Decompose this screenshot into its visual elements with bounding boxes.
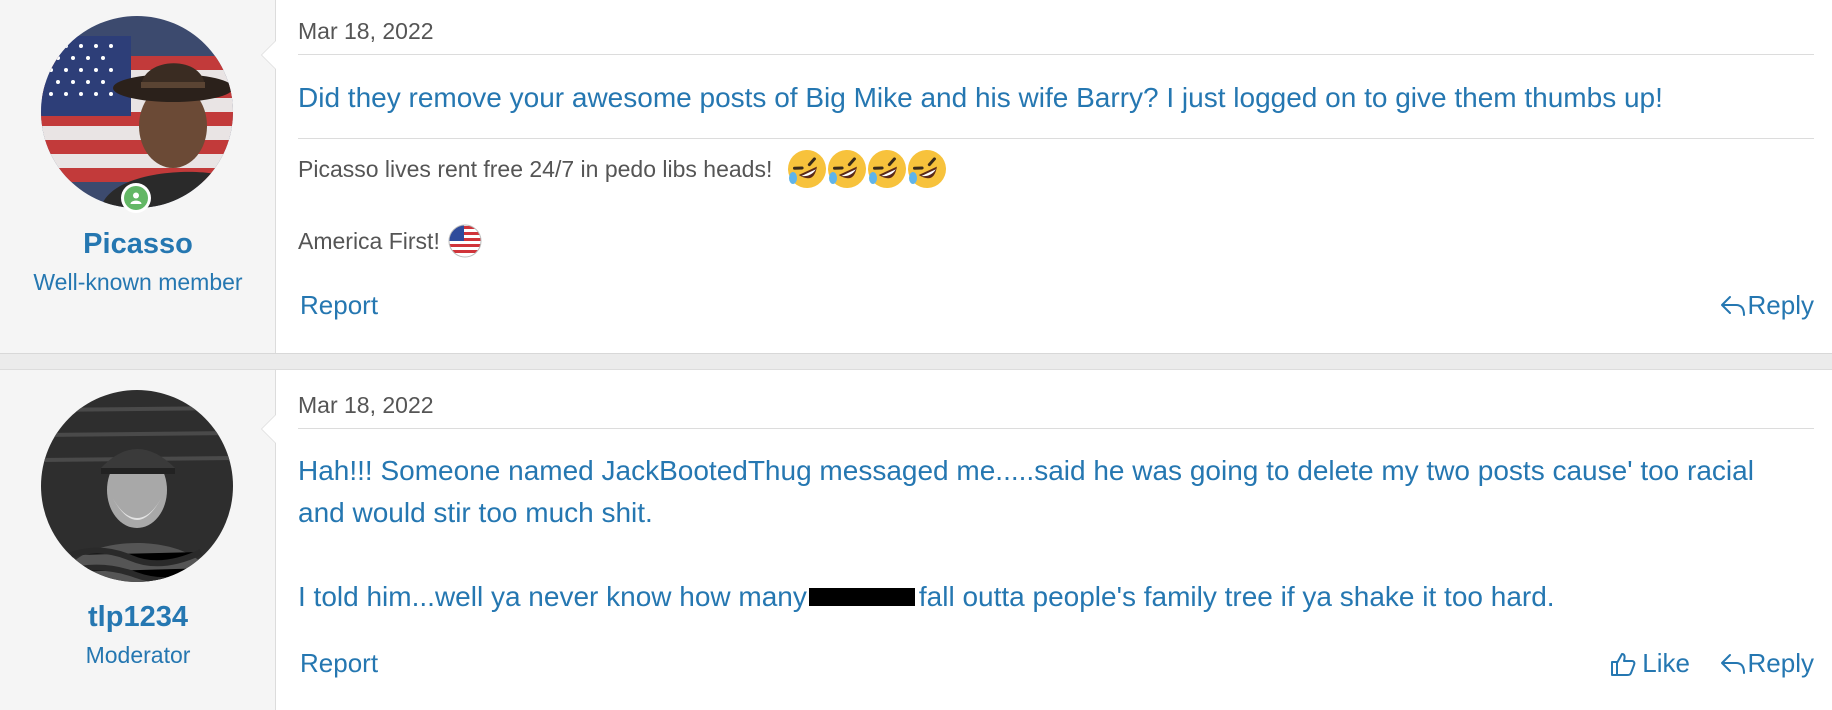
avatar[interactable] [41,16,233,208]
us-flag-icon [448,224,482,258]
signature-text: Picasso lives rent free 24/7 in pedo lib… [298,155,773,182]
user-info: tlp1234 Moderator [0,370,276,710]
message-arrow [261,40,276,70]
like-label: Like [1642,648,1690,678]
online-status-icon [121,183,151,213]
signature-divider [298,138,1814,139]
like-button[interactable]: Like [1610,648,1690,679]
reply-button[interactable]: Reply [1720,290,1814,321]
reply-label: Reply [1747,290,1814,320]
report-link[interactable]: Report [300,648,378,679]
thumbs-up-icon [1611,652,1636,676]
redaction-bar [808,587,915,606]
message-arrow [261,414,276,444]
reply-icon [1720,295,1745,316]
post: tlp1234 Moderator Mar 18, 2022 Hah!!! So… [0,369,1832,710]
rolling-on-floor-laughing-icon [868,150,907,188]
message-content: Mar 18, 2022 Did they remove your awesom… [298,0,1814,353]
message-body: Did they remove your awesome posts of Bi… [298,82,1663,113]
signature-line: Picasso lives rent free 24/7 in pedo lib… [298,148,948,190]
message-paragraph: I told him...well ya never know how many… [298,576,1800,618]
user-title: Well-known member [33,269,243,295]
username[interactable]: tlp1234 [0,601,276,634]
reply-icon [1720,653,1745,674]
post: Picasso Well-known member Mar 18, 2022 D… [0,0,1832,354]
message-content: Mar 18, 2022 Hah!!! Someone named JackBo… [298,370,1814,710]
divider [298,54,1814,55]
username[interactable]: Picasso [0,228,276,261]
post-date[interactable]: Mar 18, 2022 [298,18,434,45]
rolling-on-floor-laughing-icon [788,150,827,188]
message-text: fall outta people's family tree if ya sh… [918,581,1555,612]
user-title: Moderator [85,642,191,668]
post-date[interactable]: Mar 18, 2022 [298,392,434,419]
divider [298,428,1814,429]
rolling-on-floor-laughing-icon [908,150,947,188]
reply-button[interactable]: Reply [1720,648,1814,679]
user-info: Picasso Well-known member [0,0,276,353]
message-text: I told him...well ya never know how many [298,581,807,612]
rolling-on-floor-laughing-icon [828,150,867,188]
signature-text: America First! [298,227,440,254]
reply-label: Reply [1747,648,1814,678]
avatar[interactable] [41,390,233,582]
report-link[interactable]: Report [300,290,378,321]
message-paragraph: Hah!!! Someone named JackBootedThug mess… [298,455,1754,528]
signature-line: America First! [298,224,482,258]
